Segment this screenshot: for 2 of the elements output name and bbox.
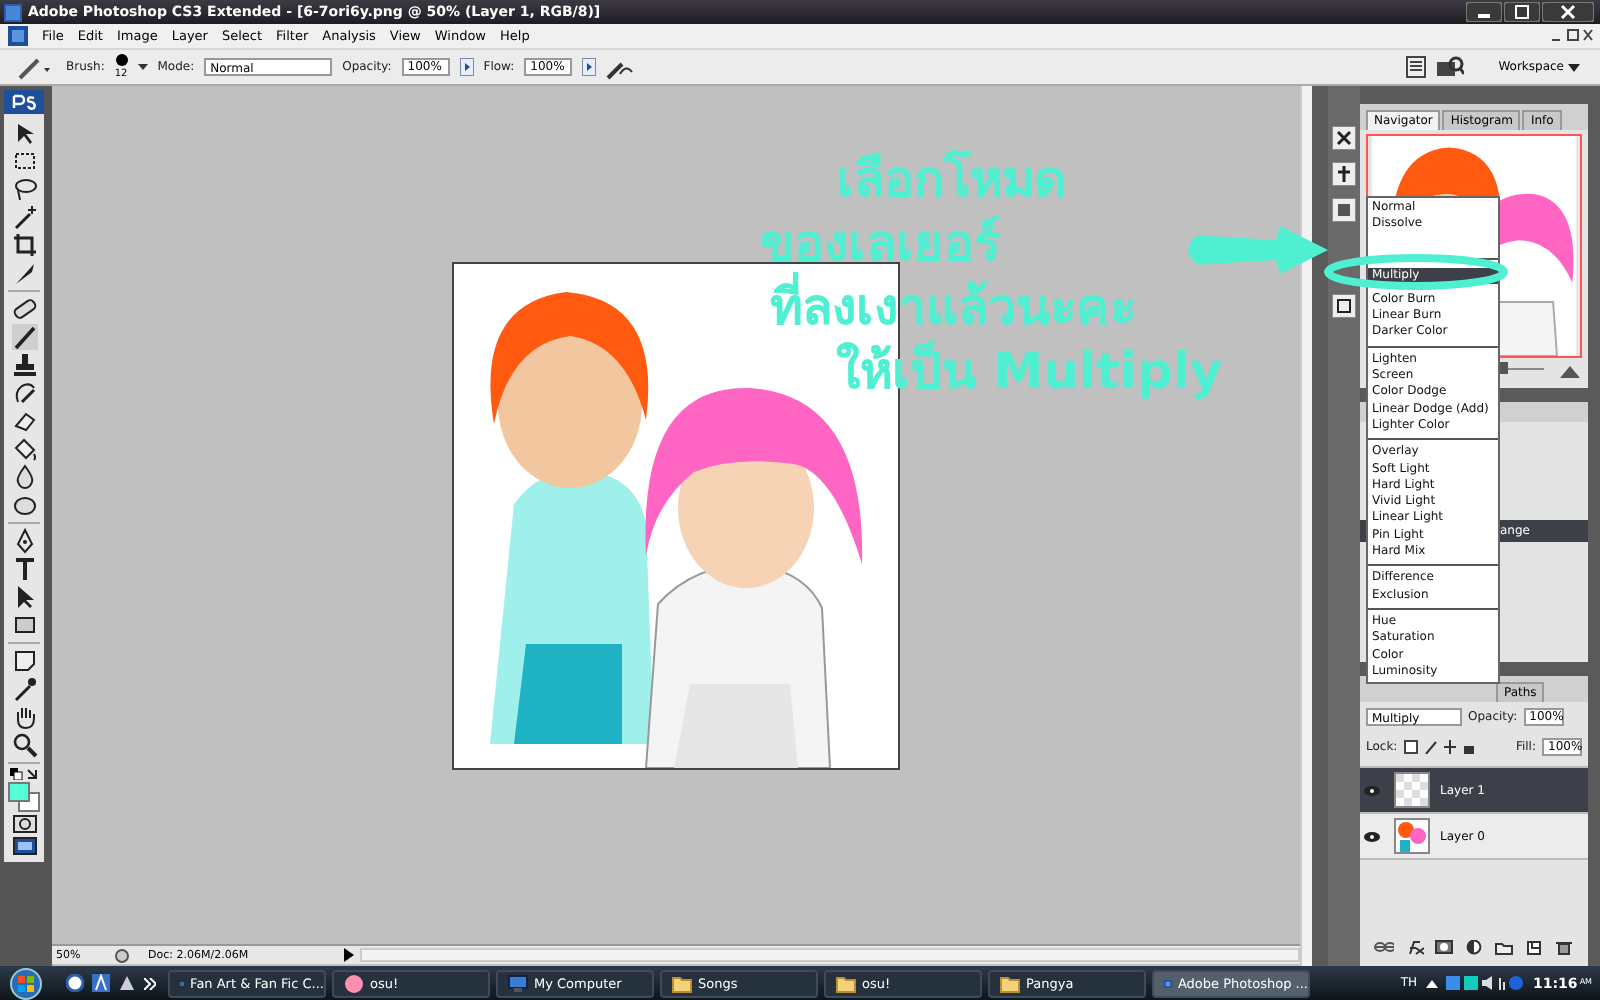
- handwritten-note: ของเลเยอร์: [760, 212, 1003, 272]
- handwritten-note: เลือกโหมด: [836, 148, 1068, 212]
